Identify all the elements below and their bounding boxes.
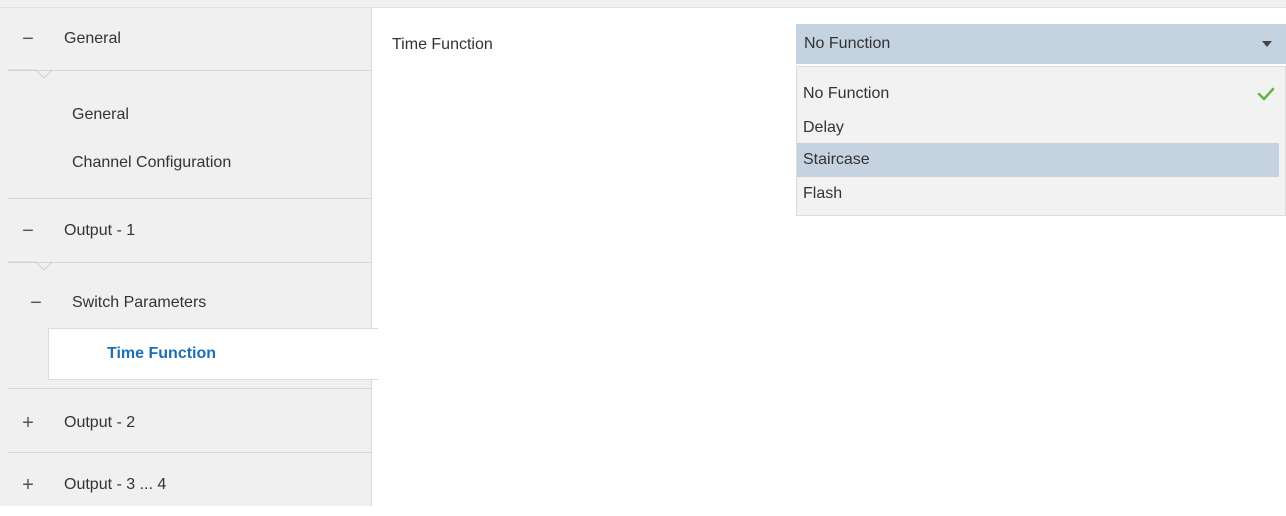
time-function-dropdown-list: No Function Delay Staircase Flash bbox=[796, 66, 1286, 216]
sidebar-item-output-2[interactable]: + Output - 2 bbox=[0, 392, 372, 454]
plus-icon[interactable]: + bbox=[20, 413, 36, 433]
option-label: Staircase bbox=[803, 151, 870, 168]
sidebar-item-output-3-4[interactable]: + Output - 3 ... 4 bbox=[0, 454, 372, 516]
sidebar-item-channel-configuration[interactable]: Channel Configuration bbox=[0, 132, 372, 194]
sidebar-item-time-function[interactable]: Time Function bbox=[48, 328, 378, 380]
divider bbox=[8, 198, 372, 199]
sidebar-item-switch-parameters[interactable]: − Switch Parameters bbox=[0, 272, 372, 334]
minus-icon[interactable]: − bbox=[20, 29, 36, 49]
sidebar-item-label: Output - 3 ... 4 bbox=[64, 476, 167, 493]
divider bbox=[8, 452, 372, 453]
sidebar: − General General Channel Configuration … bbox=[0, 8, 378, 506]
top-border bbox=[0, 0, 1286, 8]
time-function-select[interactable]: No Function bbox=[796, 24, 1286, 64]
sidebar-item-label: Channel Configuration bbox=[72, 154, 232, 171]
option-delay[interactable]: Delay bbox=[797, 111, 1279, 145]
chevron-divider-icon bbox=[8, 69, 53, 79]
option-no-function[interactable]: No Function bbox=[797, 77, 1279, 111]
parameter-label: Time Function bbox=[392, 36, 493, 53]
minus-icon[interactable]: − bbox=[28, 293, 44, 313]
sidebar-item-label: General bbox=[72, 106, 129, 123]
sidebar-item-output-1[interactable]: − Output - 1 bbox=[0, 200, 372, 262]
option-label: Delay bbox=[803, 119, 844, 136]
checkmark-icon bbox=[1257, 87, 1275, 101]
sidebar-item-general-section[interactable]: − General bbox=[0, 8, 372, 70]
option-label: No Function bbox=[803, 85, 890, 102]
sidebar-item-label: Time Function bbox=[107, 345, 217, 362]
select-value: No Function bbox=[804, 35, 891, 52]
sidebar-item-label: Switch Parameters bbox=[72, 294, 207, 311]
option-label: Flash bbox=[803, 185, 843, 202]
option-staircase[interactable]: Staircase bbox=[797, 143, 1279, 177]
plus-icon[interactable]: + bbox=[20, 475, 36, 495]
divider bbox=[8, 388, 372, 389]
caret-down-icon[interactable] bbox=[1262, 41, 1272, 47]
sidebar-item-label: Output - 1 bbox=[64, 222, 136, 239]
minus-icon[interactable]: − bbox=[20, 221, 36, 241]
sidebar-item-label: Output - 2 bbox=[64, 414, 136, 431]
sidebar-item-label: General bbox=[64, 30, 121, 47]
option-flash[interactable]: Flash bbox=[797, 177, 1279, 211]
